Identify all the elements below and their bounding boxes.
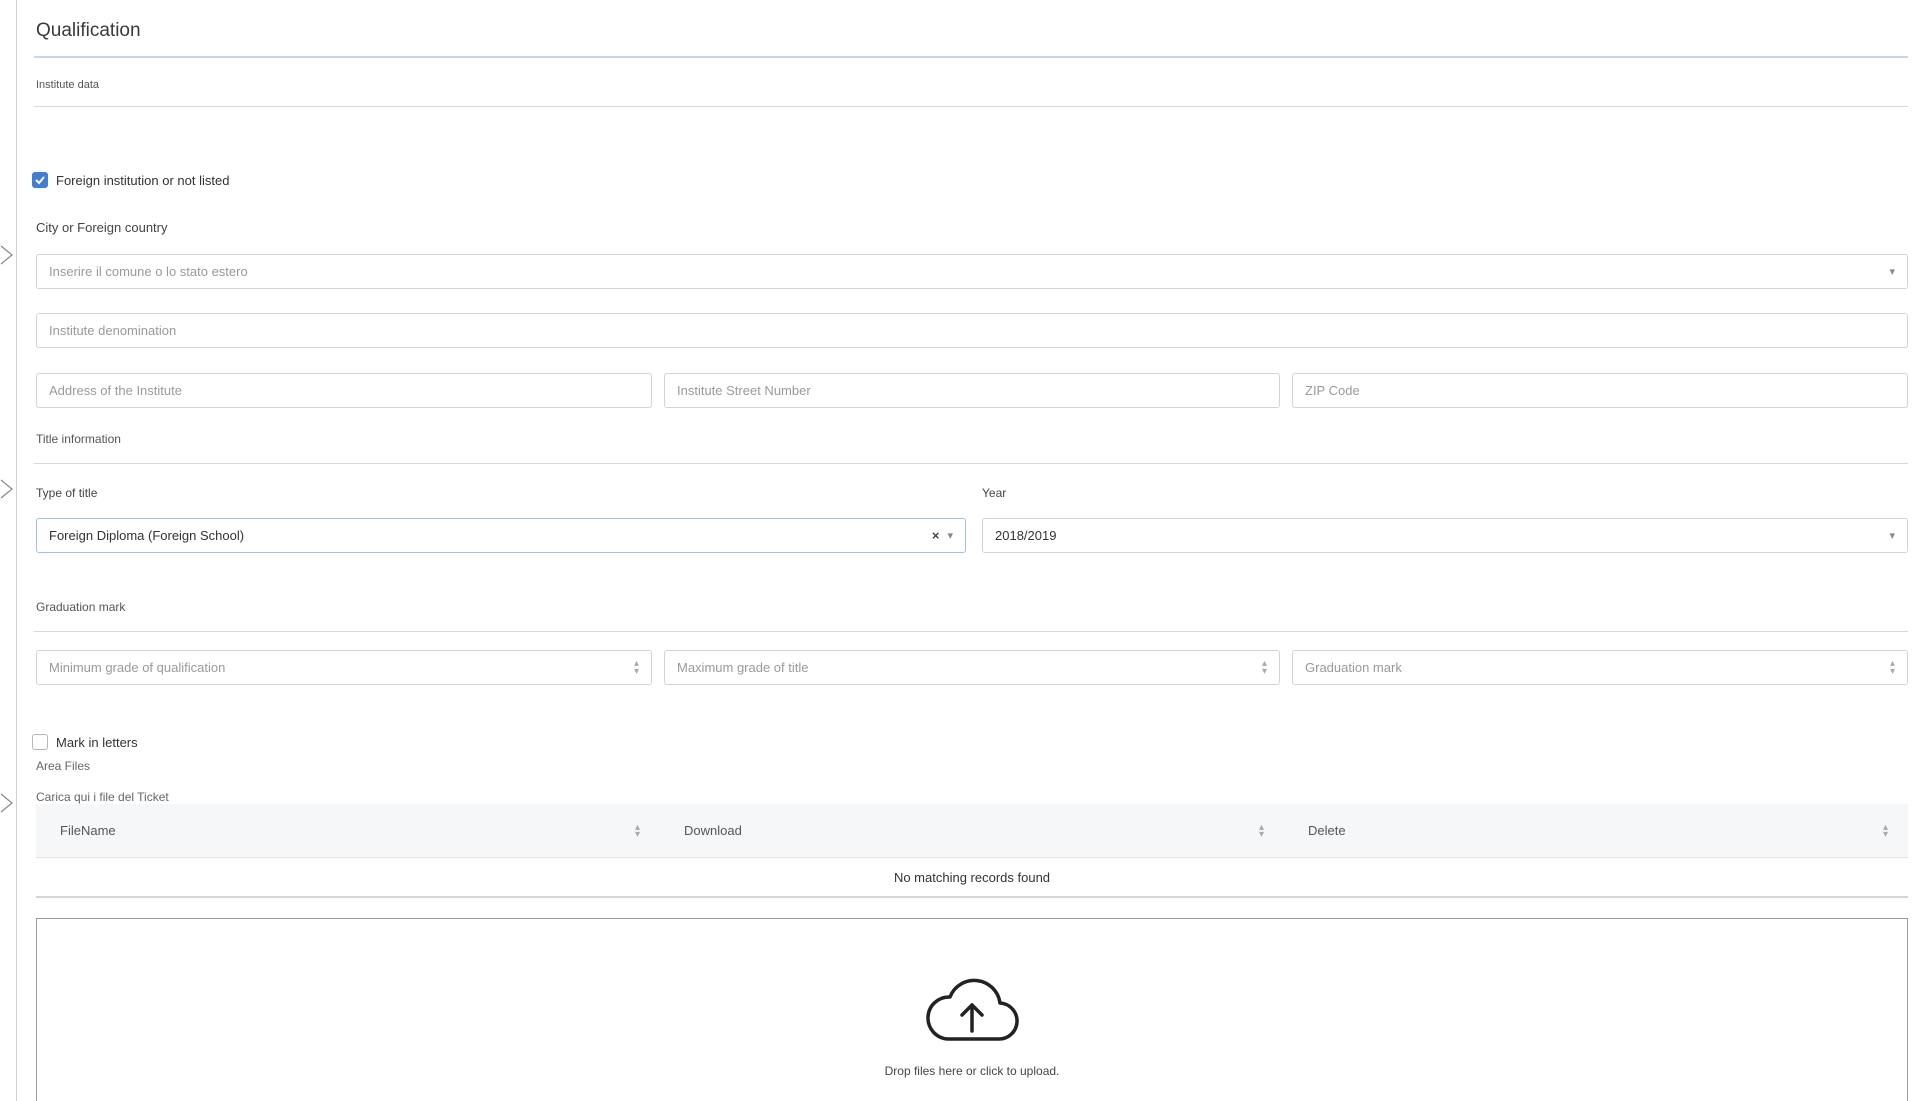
type-of-title-select[interactable]: Foreign Diploma (Foreign School) × ▾	[36, 518, 966, 553]
minimum-grade-field[interactable]: Minimum grade of qualification ▴ ▾	[36, 650, 652, 685]
title-information-label: Title information	[36, 432, 121, 446]
left-rail	[16, 0, 17, 1101]
institute-denomination-field[interactable]: Institute denomination	[36, 313, 1908, 348]
column-header-label: Download	[684, 823, 742, 838]
institute-denomination-placeholder: Institute denomination	[49, 323, 177, 338]
cloud-upload-icon	[924, 977, 1020, 1052]
dropzone-text: Drop files here or click to upload.	[884, 1064, 1060, 1078]
column-header-label: FileName	[60, 823, 116, 838]
files-table: FileName ▴ ▾ Download ▴ ▾ Delete ▴ ▾ No mat…	[36, 804, 1908, 898]
column-header-label: Delete	[1308, 823, 1346, 838]
number-spinner-icon[interactable]: ▴ ▾	[1890, 658, 1895, 676]
type-of-title-value: Foreign Diploma (Foreign School)	[49, 528, 245, 543]
file-dropzone[interactable]: Drop files here or click to upload.	[36, 918, 1908, 1101]
chevron-right-icon[interactable]	[0, 792, 14, 814]
files-table-header: FileName ▴ ▾ Download ▴ ▾ Delete ▴ ▾	[36, 804, 1908, 858]
foreign-institution-label: Foreign institution or not listed	[56, 172, 230, 188]
institute-data-divider	[34, 106, 1908, 107]
institute-street-number-field[interactable]: Institute Street Number	[664, 373, 1280, 408]
section-divider	[34, 56, 1908, 58]
column-header-filename[interactable]: FileName ▴ ▾	[36, 821, 660, 840]
number-spinner-icon[interactable]: ▴ ▾	[1262, 658, 1267, 676]
empty-table-message: No matching records found	[36, 858, 1908, 898]
graduation-mark-label: Graduation mark	[36, 600, 126, 614]
type-of-title-label: Type of title	[36, 486, 98, 500]
section-title: Qualification	[36, 20, 141, 41]
number-spinner-icon[interactable]: ▴ ▾	[634, 658, 639, 676]
maximum-grade-placeholder: Maximum grade of title	[677, 660, 809, 675]
foreign-institution-checkbox[interactable]	[32, 172, 48, 188]
sort-icon: ▴ ▾	[634, 821, 640, 840]
institute-data-label: Institute data	[36, 79, 99, 91]
graduation-mark-field[interactable]: Graduation mark ▴ ▾	[1292, 650, 1908, 685]
city-label: City or Foreign country	[36, 220, 168, 235]
year-label: Year	[982, 486, 1007, 500]
clear-x-icon[interactable]: ×	[932, 528, 940, 543]
caret-down-icon: ▾	[1889, 530, 1895, 542]
institute-address-placeholder: Address of the Institute	[49, 383, 182, 398]
maximum-grade-field[interactable]: Maximum grade of title ▴ ▾	[664, 650, 1280, 685]
area-files-label: Area Files	[36, 759, 91, 773]
foreign-institution-checkbox-row[interactable]: Foreign institution or not listed	[32, 172, 229, 188]
column-header-download[interactable]: Download ▴ ▾	[660, 821, 1284, 840]
year-value: 2018/2019	[995, 528, 1057, 543]
title-information-divider	[34, 463, 1908, 464]
year-select[interactable]: 2018/2019 ▾	[982, 518, 1908, 553]
column-header-delete[interactable]: Delete ▴ ▾	[1284, 821, 1908, 840]
graduation-mark-placeholder: Graduation mark	[1305, 660, 1402, 675]
caret-down-icon: ▾	[947, 530, 953, 542]
upload-ticket-label: Carica qui i file del Ticket	[36, 790, 169, 804]
mark-in-letters-checkbox-row[interactable]: Mark in letters	[32, 734, 138, 750]
zip-code-field[interactable]: ZIP Code	[1292, 373, 1908, 408]
chevron-right-icon[interactable]	[0, 244, 14, 266]
city-select-placeholder: Inserire il comune o lo stato estero	[49, 264, 248, 279]
sort-icon: ▴ ▾	[1258, 821, 1264, 840]
city-select[interactable]: Inserire il comune o lo stato estero ▾	[36, 254, 1908, 289]
check-icon	[35, 176, 45, 185]
graduation-mark-divider	[34, 631, 1908, 632]
institute-address-field[interactable]: Address of the Institute	[36, 373, 652, 408]
caret-down-icon: ▾	[1889, 266, 1895, 278]
mark-in-letters-checkbox[interactable]	[32, 734, 48, 750]
mark-in-letters-label: Mark in letters	[56, 734, 138, 750]
zip-code-placeholder: ZIP Code	[1305, 383, 1360, 398]
minimum-grade-placeholder: Minimum grade of qualification	[49, 660, 226, 675]
institute-street-number-placeholder: Institute Street Number	[677, 383, 811, 398]
sort-icon: ▴ ▾	[1882, 821, 1888, 840]
chevron-right-icon[interactable]	[0, 478, 14, 500]
